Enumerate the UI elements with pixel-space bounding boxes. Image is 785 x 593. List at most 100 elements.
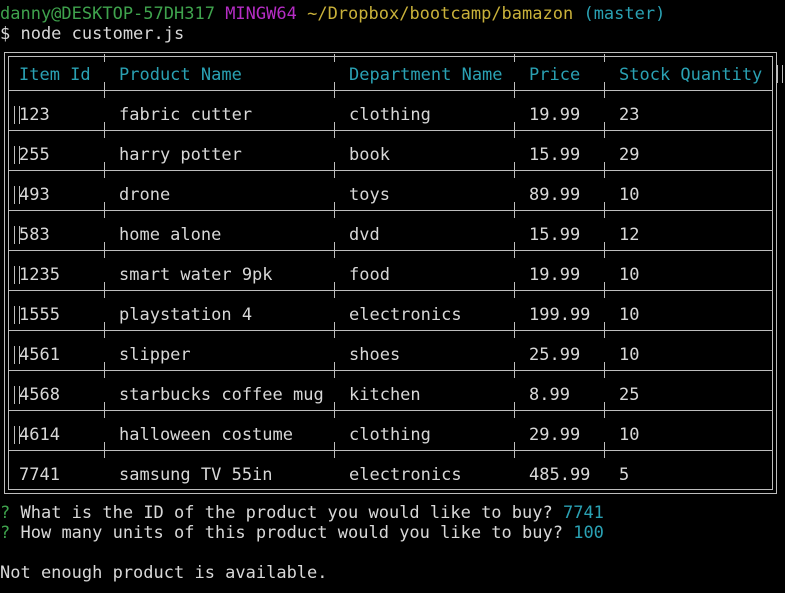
row-divider [9, 90, 772, 91]
column-header: Product Name [119, 65, 242, 85]
table-cell: 1555 [19, 305, 60, 325]
table-cell: 15.99 [529, 225, 581, 245]
row-divider [9, 170, 772, 171]
column-tick [604, 362, 605, 378]
table-cell: playstation 4 [119, 305, 253, 325]
row-divider [9, 370, 772, 371]
column-tick [104, 122, 105, 138]
question-mark-icon: ? [0, 503, 11, 523]
table-cell: home alone [119, 225, 222, 245]
row-divider [9, 210, 772, 211]
table-cell: 10 [619, 265, 640, 285]
question-item-id: ? What is the ID of the product you woul… [0, 503, 604, 523]
prompt-env: MINGW64 [225, 4, 297, 24]
column-tick [604, 242, 605, 258]
column-tick [514, 54, 515, 62]
column-tick [514, 82, 515, 98]
column-tick [514, 122, 515, 138]
table-cell: 485.99 [529, 465, 591, 485]
answer-input[interactable]: 100 [573, 523, 604, 543]
column-tick [104, 242, 105, 258]
column-tick [104, 202, 105, 218]
column-tick [334, 202, 335, 218]
table-cell: slipper [119, 345, 191, 365]
table-cell: 493 [19, 185, 50, 205]
column-tick [604, 282, 605, 298]
answer-input[interactable]: 7741 [563, 503, 604, 523]
column-tick [514, 442, 515, 458]
column-tick [104, 282, 105, 298]
table-cell: fabric cutter [119, 105, 253, 125]
table-cell: 4614 [19, 425, 60, 445]
command-line: $ node customer.js [0, 24, 185, 44]
table-cell: 199.99 [529, 305, 591, 325]
column-header: Department Name [349, 65, 503, 85]
row-edge-marker [14, 426, 20, 444]
table-cell: 255 [19, 145, 50, 165]
column-tick [604, 322, 605, 338]
question-text: What is the ID of the product you would … [20, 503, 553, 523]
column-tick [604, 54, 605, 62]
question-text: How many units of this product would you… [20, 523, 563, 543]
column-tick [514, 282, 515, 298]
column-tick [334, 122, 335, 138]
table-cell: electronics [349, 465, 462, 485]
column-tick [604, 122, 605, 138]
column-tick [334, 162, 335, 178]
table-cell: 123 [19, 105, 50, 125]
row-divider [9, 250, 772, 251]
column-tick [514, 202, 515, 218]
table-cell: 19.99 [529, 265, 581, 285]
column-tick [334, 362, 335, 378]
prompt-branch: (master) [583, 4, 666, 24]
table-cell: shoes [349, 345, 401, 365]
column-tick [514, 402, 515, 418]
column-tick [334, 442, 335, 458]
table-cell: smart water 9pk [119, 265, 273, 285]
table-cell: 25 [619, 385, 640, 405]
product-table: Item Id Product Name Department Name Price S… [8, 54, 783, 490]
table-cell: 583 [19, 225, 50, 245]
row-edge-marker [14, 346, 20, 364]
column-tick [514, 322, 515, 338]
column-tick [604, 442, 605, 458]
column-tick [334, 82, 335, 98]
column-tick [104, 82, 105, 98]
column-tick [604, 82, 605, 98]
column-tick [104, 402, 105, 418]
column-tick [334, 54, 335, 62]
table-cell: 4561 [19, 345, 60, 365]
table-cell: clothing [349, 425, 431, 445]
table-cell: dvd [349, 225, 380, 245]
table-cell: book [349, 145, 390, 165]
table-cell: electronics [349, 305, 462, 325]
column-tick [104, 322, 105, 338]
row-divider [9, 450, 772, 451]
column-tick [104, 362, 105, 378]
row-divider [9, 290, 772, 291]
table-cell: samsung TV 55in [119, 465, 273, 485]
table-cell: 10 [619, 425, 640, 445]
column-tick [514, 362, 515, 378]
column-tick [514, 162, 515, 178]
row-divider [9, 410, 772, 411]
table-cell: 1235 [19, 265, 60, 285]
column-tick [104, 162, 105, 178]
table-cell: 8.99 [529, 385, 570, 405]
table-cell: drone [119, 185, 171, 205]
row-divider [9, 130, 772, 131]
row-edge-marker [14, 306, 20, 324]
row-edge-marker [14, 186, 20, 204]
table-cell: 10 [619, 305, 640, 325]
row-edge-marker [777, 65, 783, 83]
table-cell: 19.99 [529, 105, 581, 125]
question-mark-icon: ? [0, 523, 11, 543]
table-cell: 12 [619, 225, 640, 245]
column-tick [334, 242, 335, 258]
table-cell: 10 [619, 185, 640, 205]
table-cell: halloween costume [119, 425, 293, 445]
status-message: Not enough product is available. [0, 563, 328, 583]
table-cell: 89.99 [529, 185, 581, 205]
table-cell: 25.99 [529, 345, 581, 365]
table-cell: clothing [349, 105, 431, 125]
